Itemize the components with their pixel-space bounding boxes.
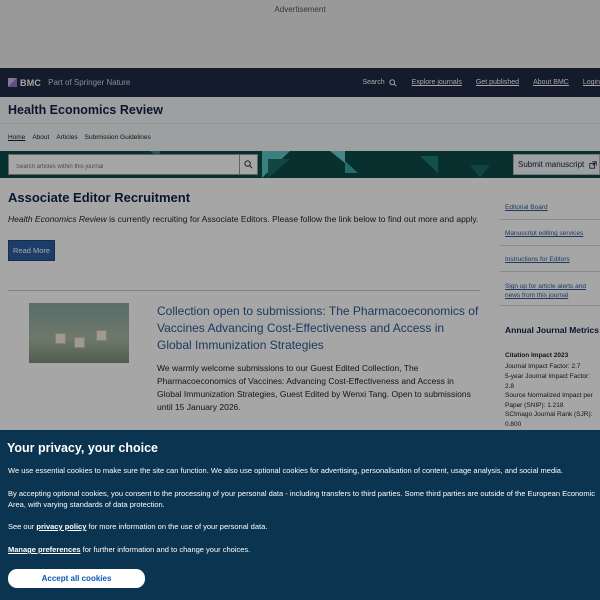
manage-post-text: for further information and to change yo… [80, 545, 251, 554]
cookie-paragraph-consent: By accepting optional cookies, you conse… [8, 489, 595, 509]
cookie-paragraph-privacy: See our privacy policy for more informat… [8, 521, 600, 532]
privacy-post-text: for more information on the use of your … [86, 522, 268, 531]
privacy-pre-text: See our [8, 522, 37, 531]
cookie-consent-panel: Your privacy, your choice We use essenti… [0, 430, 600, 600]
cookie-title: Your privacy, your choice [7, 441, 158, 455]
privacy-policy-link[interactable]: privacy policy [36, 522, 86, 531]
cookie-paragraph-essential: We use essential cookies to make sure th… [8, 466, 564, 475]
cookie-paragraph-manage: Manage preferences for further informati… [8, 544, 600, 555]
modal-backdrop [0, 0, 600, 430]
manage-preferences-link[interactable]: Manage preferences [8, 545, 81, 554]
accept-all-cookies-button[interactable]: Accept all cookies [8, 569, 145, 588]
